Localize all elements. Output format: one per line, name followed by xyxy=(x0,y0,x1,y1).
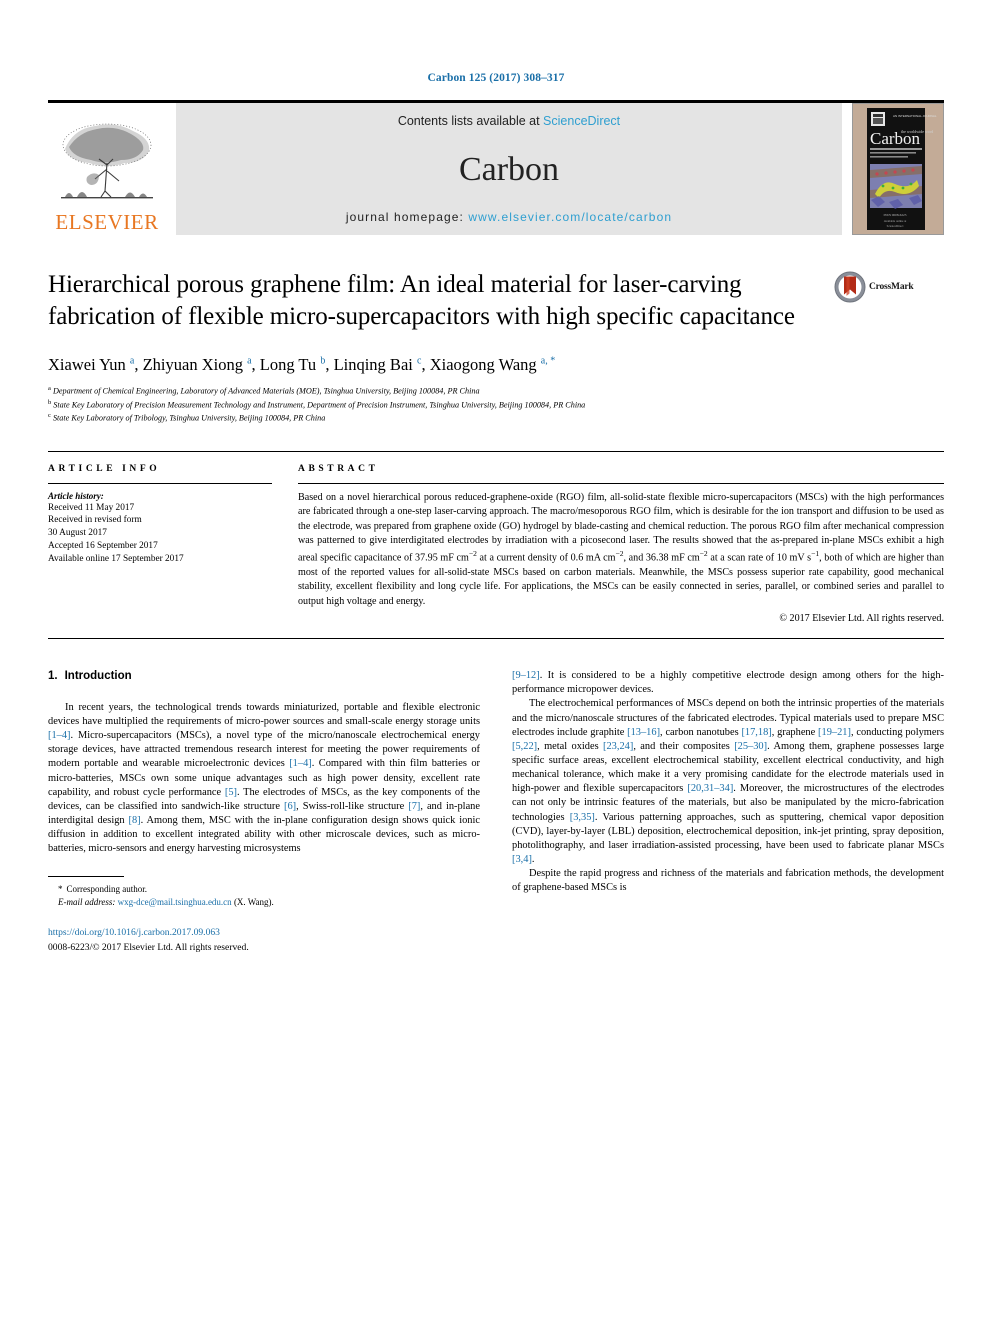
citation-ref[interactable]: [3,35] xyxy=(570,812,595,823)
running-head: Carbon 125 (2017) 308–317 xyxy=(427,72,565,84)
abstract-column: ABSTRACT Based on a novel hierarchical p… xyxy=(298,463,944,625)
elsevier-tree-icon xyxy=(61,123,153,199)
history-online: Available online 17 September 2017 xyxy=(48,553,184,564)
affiliation-list: a Department of Chemical Engineering, La… xyxy=(48,384,944,424)
author-list: Xiawei Yun a, Zhiyuan Xiong a, Long Tu b… xyxy=(48,355,556,374)
info-band-bottom-rule xyxy=(48,638,944,640)
citation-ref[interactable]: [13–16] xyxy=(627,727,660,738)
affiliation-mark-b: b xyxy=(48,398,52,406)
issn-copyright-line: 0008-6223/© 2017 Elsevier Ltd. All right… xyxy=(48,941,249,953)
svg-text:the worldwide word: the worldwide word xyxy=(901,129,933,134)
corresponding-author-line: * Corresponding author. xyxy=(58,883,480,896)
history-accepted: Accepted 16 September 2017 xyxy=(48,541,158,552)
history-revised: Received in revised form xyxy=(48,515,142,526)
affiliation-b: b State Key Laboratory of Precision Meas… xyxy=(48,398,944,411)
article-page: Carbon 125 (2017) 308–317 ELSEVIER Conte… xyxy=(0,0,992,1323)
history-revised-date: 30 August 2017 xyxy=(48,528,107,539)
journal-homepage-link[interactable]: www.elsevier.com/locate/carbon xyxy=(468,210,672,224)
crossmark-icon xyxy=(834,271,866,303)
masthead-center-panel: Contents lists available at ScienceDirec… xyxy=(176,103,842,235)
citation-ref[interactable]: [3,4] xyxy=(512,854,532,865)
info-abstract-band: ARTICLE INFO Article history: Received 1… xyxy=(48,450,944,625)
article-info-heading: ARTICLE INFO xyxy=(48,463,161,474)
body-columns: 1. Introduction In recent years, the tech… xyxy=(48,669,944,955)
contents-prefix-text: Contents lists available at xyxy=(397,114,544,128)
citation-ref[interactable]: [25–30] xyxy=(734,741,767,752)
journal-masthead: ELSEVIER Contents lists available at Sci… xyxy=(48,100,944,235)
paragraph-intro-3: The electrochemical performances of MSCs… xyxy=(512,698,945,865)
journal-cover-thumbnail[interactable]: AN INTERNATIONAL JOURNAL Carbon the worl… xyxy=(852,103,944,235)
title-block: Hierarchical porous graphene film: An id… xyxy=(48,269,944,332)
affiliation-mark-a: a xyxy=(48,385,51,393)
journal-cover-image: AN INTERNATIONAL JOURNAL Carbon the worl… xyxy=(853,104,943,234)
abstract-heading: ABSTRACT xyxy=(298,463,379,474)
citation-ref[interactable]: [7] xyxy=(408,801,420,812)
journal-homepage-line: journal homepage: www.elsevier.com/locat… xyxy=(346,210,672,224)
journal-title: Carbon xyxy=(458,151,560,188)
citation-ref[interactable]: [1–4] xyxy=(289,758,312,769)
section-number: 1. xyxy=(48,670,58,683)
affiliation-text-c: State Key Laboratory of Tribology, Tsing… xyxy=(52,413,326,423)
doi-link[interactable]: https://doi.org/10.1016/j.carbon.2017.09… xyxy=(48,926,480,940)
corresponding-author-text: Corresponding author. xyxy=(66,884,148,895)
citation-ref[interactable]: [5] xyxy=(225,787,237,798)
crossmark-label: CrossMark xyxy=(869,282,914,292)
section-label: Introduction xyxy=(64,670,132,683)
email-suffix: (X. Wang). xyxy=(233,897,274,908)
svg-text:ISSN 0008-6223: ISSN 0008-6223 xyxy=(884,213,907,217)
svg-text:AN INTERNATIONAL JOURNAL: AN INTERNATIONAL JOURNAL xyxy=(893,114,937,118)
abstract-divider xyxy=(298,482,944,484)
footnote-block: * Corresponding author. E-mail address: w… xyxy=(48,876,480,955)
abstract-copyright: © 2017 Elsevier Ltd. All rights reserved… xyxy=(779,613,944,625)
article-info-divider xyxy=(48,482,272,484)
footnote-divider xyxy=(48,876,124,878)
svg-text:Available online at: Available online at xyxy=(884,219,907,223)
paragraph-intro-2: [9–12]. It is considered to be a highly … xyxy=(512,670,944,696)
email-label: E-mail address: xyxy=(58,897,116,908)
abstract-text: Based on a novel hierarchical porous red… xyxy=(298,491,944,607)
citation-ref[interactable]: [1–4] xyxy=(48,730,71,741)
section-heading-introduction: 1. Introduction xyxy=(48,669,480,685)
elsevier-logo: ELSEVIER xyxy=(48,103,166,235)
page-title: Hierarchical porous graphene film: An id… xyxy=(48,271,795,330)
article-history-label: Article history: xyxy=(48,490,104,501)
sciencedirect-link[interactable]: ScienceDirect xyxy=(543,114,620,128)
citation-ref[interactable]: [8] xyxy=(128,815,140,826)
paragraph-intro-1: In recent years, the technological trend… xyxy=(48,701,480,855)
body-column-right: [9–12]. It is considered to be a highly … xyxy=(512,669,944,955)
citation-ref[interactable]: [23,24] xyxy=(603,741,633,752)
elsevier-wordmark: ELSEVIER xyxy=(55,210,159,234)
crossmark-badge[interactable]: CrossMark xyxy=(834,271,944,303)
citation-ref[interactable]: [20,31–34] xyxy=(687,783,733,794)
citation-ref[interactable]: [9–12] xyxy=(512,670,540,681)
footer-doi-block: https://doi.org/10.1016/j.carbon.2017.09… xyxy=(48,926,480,955)
corresponding-star: * xyxy=(58,884,63,895)
body-column-left: 1. Introduction In recent years, the tech… xyxy=(48,669,480,955)
citation-ref[interactable]: [17,18] xyxy=(741,727,771,738)
affiliation-a: a Department of Chemical Engineering, La… xyxy=(48,384,944,397)
email-link[interactable]: wxg-dce@mail.tsinghua.edu.cn xyxy=(118,897,232,907)
history-received: Received 11 May 2017 xyxy=(48,502,135,513)
citation-ref[interactable]: [6] xyxy=(284,801,296,812)
paragraph-intro-4: Despite the rapid progress and richness … xyxy=(512,868,944,894)
affiliation-text-b: State Key Laboratory of Precision Measur… xyxy=(53,400,586,410)
contents-available-line: Contents lists available at ScienceDirec… xyxy=(398,114,620,128)
citation-ref[interactable]: [5,22] xyxy=(512,741,537,752)
email-line: E-mail address: wxg-dce@mail.tsinghua.ed… xyxy=(58,896,480,909)
citation-ref[interactable]: [19–21] xyxy=(818,727,851,738)
svg-text:ScienceDirect: ScienceDirect xyxy=(887,224,904,228)
affiliation-mark-c: c xyxy=(48,412,51,420)
affiliation-text-a: Department of Chemical Engineering, Labo… xyxy=(52,387,480,397)
homepage-prefix-text: journal homepage: xyxy=(345,210,469,224)
article-info-column: ARTICLE INFO Article history: Received 1… xyxy=(48,464,272,625)
affiliation-c: c State Key Laboratory of Tribology, Tsi… xyxy=(48,411,944,424)
